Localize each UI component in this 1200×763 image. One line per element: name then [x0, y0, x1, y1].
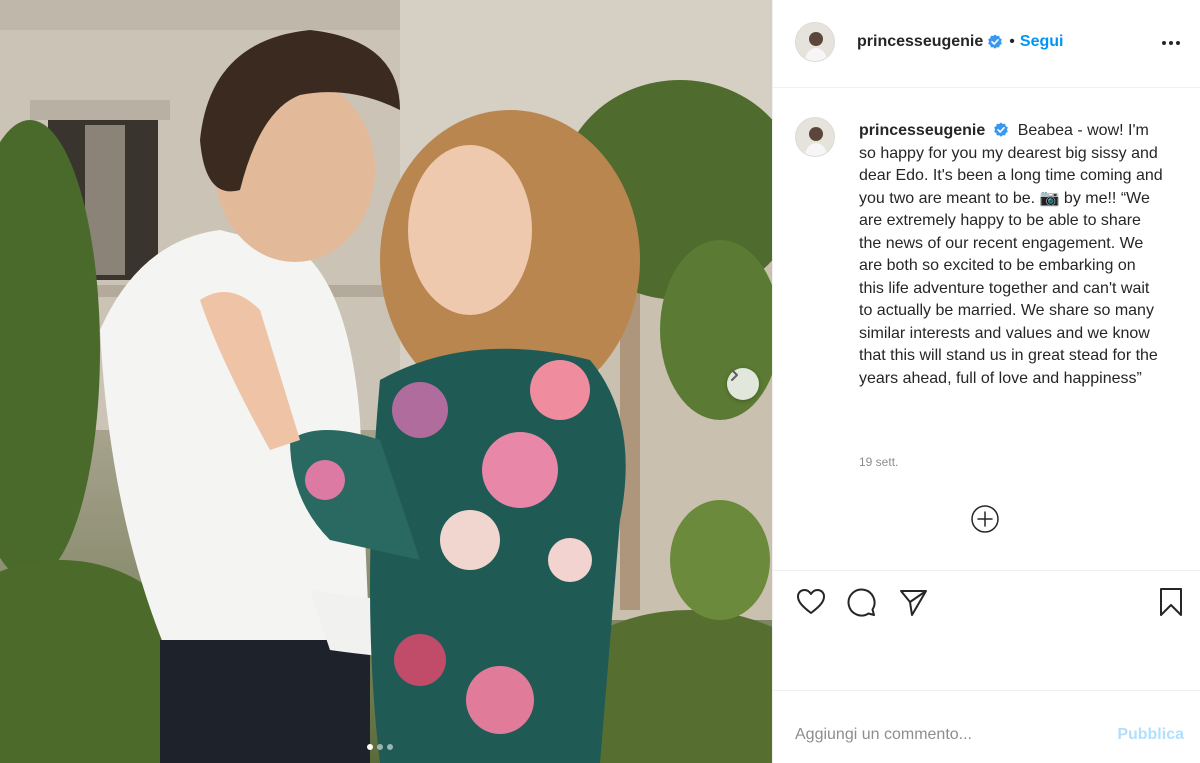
- follow-button[interactable]: Segui: [1020, 33, 1064, 51]
- avatar-image: [796, 23, 834, 61]
- post-sidebar: princesseugenie • Segui princesseugenie …: [772, 0, 1200, 763]
- comment-input[interactable]: [795, 724, 1095, 746]
- more-options-button[interactable]: [1160, 32, 1182, 59]
- post-caption: princesseugenie Beabea - wow! I'm so hap…: [859, 120, 1164, 390]
- verified-badge-icon: [994, 122, 1009, 137]
- header-user-line: princesseugenie • Segui: [857, 33, 1063, 51]
- publish-button[interactable]: Pubblica: [1117, 726, 1184, 744]
- carousel-dot: [377, 744, 383, 750]
- bookmark-icon: [1160, 588, 1182, 616]
- caption-username[interactable]: princesseugenie: [859, 122, 985, 139]
- carousel-dot: [387, 744, 393, 750]
- post-timestamp[interactable]: 19 sett.: [859, 455, 898, 469]
- avatar-image: [796, 118, 834, 156]
- carousel-indicator: [367, 744, 393, 750]
- header-username[interactable]: princesseugenie: [857, 33, 983, 51]
- separator-bullet: •: [1009, 33, 1015, 50]
- carousel-next-button[interactable]: [727, 368, 759, 400]
- load-more-comments-button[interactable]: [970, 504, 1000, 539]
- comment-form: Pubblica: [773, 691, 1200, 763]
- post-photo[interactable]: [0, 0, 772, 763]
- chevron-right-icon: [731, 369, 738, 381]
- engagement-photo: [0, 0, 772, 763]
- comments-area: princesseugenie Beabea - wow! I'm so hap…: [773, 89, 1200, 571]
- caption-avatar[interactable]: [795, 117, 835, 157]
- action-bar: [773, 572, 1200, 632]
- add-circle-icon: [971, 505, 999, 533]
- share-button[interactable]: [897, 586, 929, 623]
- post-header: princesseugenie • Segui: [773, 0, 1200, 88]
- save-button[interactable]: [1155, 586, 1187, 623]
- avatar[interactable]: [795, 22, 835, 62]
- verified-badge-icon: [988, 34, 1003, 49]
- carousel-dot: [367, 744, 373, 750]
- more-options-icon: [1162, 41, 1180, 45]
- caption-text: Beabea - wow! I'm so happy for you my de…: [859, 122, 1163, 387]
- comment-button[interactable]: [845, 586, 877, 623]
- like-button[interactable]: [795, 586, 827, 623]
- heart-icon: [797, 589, 825, 614]
- share-icon: [900, 590, 927, 616]
- comment-icon: [847, 588, 876, 617]
